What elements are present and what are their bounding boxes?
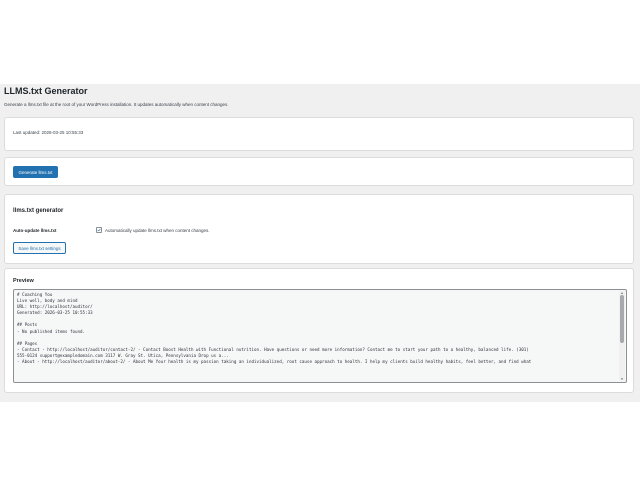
preview-scrollbar[interactable]: ▲ ▼	[619, 291, 625, 381]
checkmark-icon	[97, 228, 101, 232]
generate-card: Generate llms.txt	[4, 157, 634, 186]
scrollbar-thumb[interactable]	[620, 295, 624, 343]
page-title: LLMS.txt Generator	[4, 86, 88, 96]
generate-llms-button[interactable]: Generate llms.txt	[13, 166, 58, 178]
page-description: Generate a llms.txt file at the root of …	[4, 102, 229, 107]
scroll-down-arrow-icon[interactable]: ▼	[619, 377, 625, 381]
auto-update-checkbox[interactable]	[96, 227, 102, 233]
preview-textarea[interactable]: # Coaching You Live well, body and mind …	[13, 289, 627, 383]
auto-update-description[interactable]: Automatically update llms.txt when conte…	[105, 228, 210, 233]
settings-card: llms.txt generator Auto-update llms.txt …	[4, 194, 634, 264]
preview-content: # Coaching You Live well, body and mind …	[17, 292, 532, 365]
last-updated-text: Last updated: 2026-03-25 10:55:33	[13, 130, 84, 135]
preview-card: Preview # Coaching You Live well, body a…	[4, 268, 634, 393]
status-card: Last updated: 2026-03-25 10:55:33	[4, 117, 634, 151]
settings-section-title: llms.txt generator	[13, 208, 64, 214]
save-settings-button[interactable]: Save llms.txt settings	[13, 242, 66, 254]
preview-title: Preview	[13, 278, 34, 284]
auto-update-label: Auto-update llms.txt	[13, 228, 57, 233]
